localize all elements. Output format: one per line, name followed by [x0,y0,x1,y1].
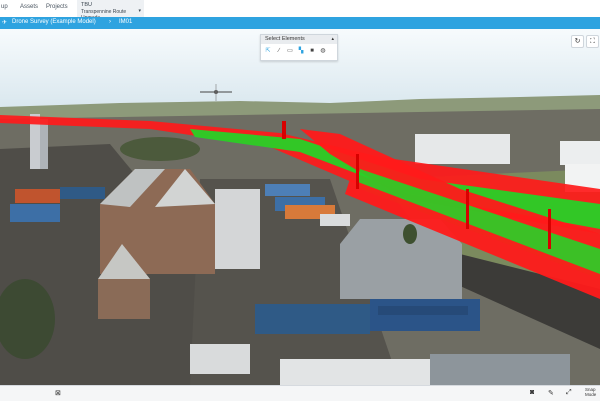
rectangle-icon[interactable]: ▭ [286,47,294,55]
model-post [282,121,286,139]
mode-label: Mode [585,392,597,397]
project-tab[interactable]: TBU Transpennine Route Upgrade ▾ [77,0,144,21]
select-elements-title: Select Elements [265,36,305,42]
breadcrumb-separator: › [109,19,111,25]
foreground-roof [430,354,570,385]
project-tab-code: TBU [81,2,92,8]
fit-view-icon[interactable]: ⊠ [55,389,61,397]
select-tools: ⇱ ∕ ▭ ▚ ■ ◍ [261,44,337,58]
nav-item-projects[interactable]: Projects [46,4,68,10]
edit-icon[interactable]: ✎ [548,389,554,397]
breadcrumb: ✈ Drone Survey (Example Model) › IM01 [0,17,600,29]
distant-building [560,141,600,165]
portacabin [190,344,250,374]
select-pointer-icon[interactable]: ⇱ [264,47,272,55]
aerial-scene [0,29,600,385]
top-navigation: up Assets Projects TBU Transpennine Rout… [0,0,600,21]
nav-item-assets[interactable]: Assets [20,4,38,10]
container [15,189,60,203]
foreground-roof [280,359,430,385]
snap-mode-toggle[interactable]: Snap Mode [585,387,596,397]
tree-cluster [120,137,200,161]
model-post [548,209,551,249]
fullscreen-icon[interactable]: ⤢ [566,389,572,397]
model-post [356,154,359,189]
chevron-up-icon[interactable]: ▴ [331,35,334,44]
drone-icon: ✈ [2,20,8,26]
tree [403,224,417,244]
cube-icon[interactable]: ■ [308,47,316,55]
breadcrumb-current[interactable]: IM01 [119,19,132,25]
fullscreen-icon[interactable]: ⛶ [586,35,599,48]
truck-sign-panel [378,306,468,315]
container [60,187,105,199]
3d-viewport[interactable] [0,29,600,385]
select-elements-panel: Select Elements ▴ ⇱ ∕ ▭ ▚ ■ ◍ [260,34,338,61]
shed [215,189,260,269]
layers-icon[interactable]: ▚ [297,47,305,55]
distant-building [415,134,510,164]
camera-icon[interactable]: ◙ [530,389,534,396]
container [320,214,350,226]
reset-view-icon[interactable]: ↻ [571,35,584,48]
select-elements-header[interactable]: Select Elements ▴ [261,35,337,44]
container [265,184,310,196]
line-icon[interactable]: ∕ [275,47,283,55]
globe-icon[interactable]: ◍ [319,47,327,55]
container-truck [255,304,370,334]
chevron-down-icon[interactable]: ▾ [138,8,141,14]
model-post [466,189,469,229]
silo-tower [40,119,48,169]
breadcrumb-project[interactable]: Drone Survey (Example Model) [12,19,96,25]
bottom-toolbar: ⊠ ◙ ✎ ⤢ Snap Mode [0,385,600,401]
nav-item-up[interactable]: up [1,4,8,10]
container [10,204,60,222]
